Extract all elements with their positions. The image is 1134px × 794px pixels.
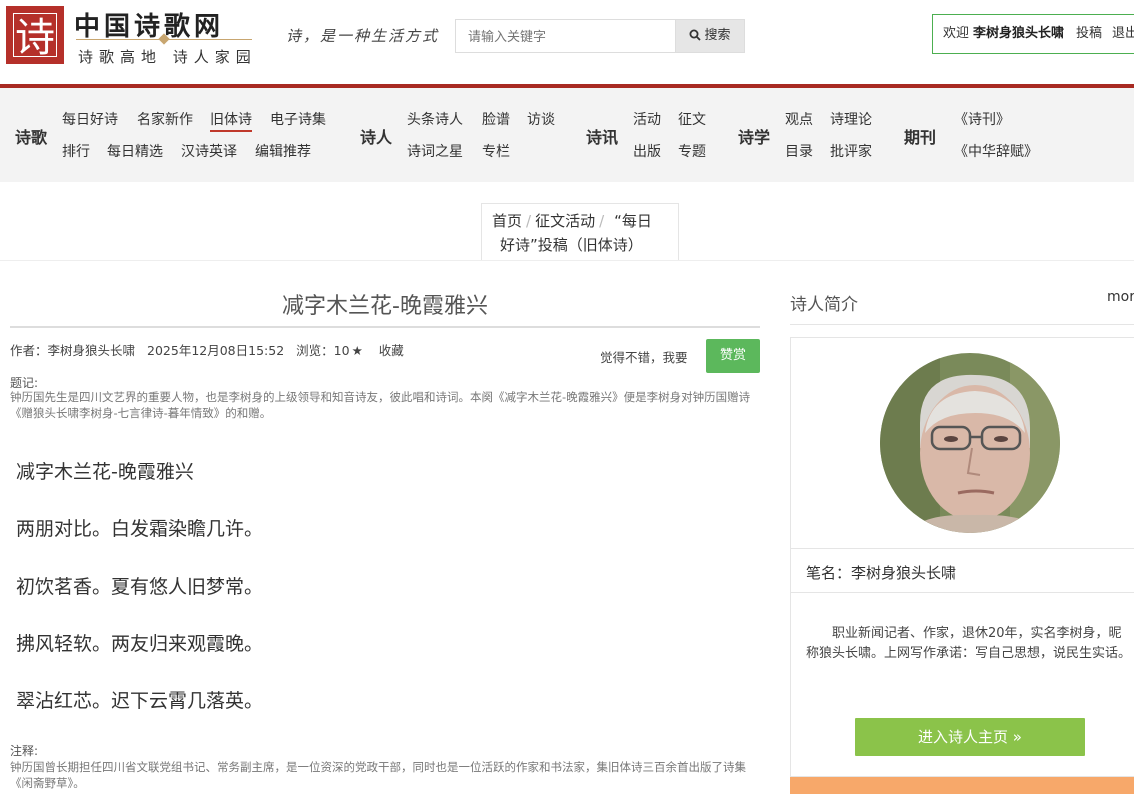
breadcrumb-current-line1[interactable]: “每日: [614, 212, 652, 230]
username[interactable]: 李树身狼头长啸: [973, 26, 1064, 41]
nav-link-catalog[interactable]: 目录: [785, 141, 813, 161]
bottom-banner[interactable]: [790, 777, 1134, 794]
preface-text: 钟历国先生是四川文艺界的重要人物，也是李树身的上级领导和知音诗友，彼此唱和诗词。…: [10, 390, 751, 420]
nav-link-theory[interactable]: 诗理论: [830, 109, 872, 129]
nav-link-critics[interactable]: 批评家: [830, 141, 872, 161]
notes-label: 注释:: [10, 744, 39, 758]
main-nav: 诗歌 每日好诗 名家新作 旧体诗 电子诗集 排行 每日精选 汉诗英译 编辑推荐 …: [0, 88, 1134, 182]
enter-poet-homepage-button[interactable]: 进入诗人主页 »: [855, 718, 1085, 756]
nav-link-classical-poetry[interactable]: 旧体诗: [210, 109, 252, 132]
article-meta: 作者：李树身狼头长啸 2025年12月08日15:52 浏览：10 ★ 收藏: [10, 340, 428, 359]
sidebar-rule: [790, 324, 1134, 325]
star-icon: ★: [351, 343, 363, 358]
welcome-text: 欢迎: [943, 26, 970, 41]
site-header: 诗 中国诗歌网 诗歌高地 诗人家园 诗，是一种生活方式 搜索 欢迎李树身狼头长啸…: [0, 0, 1134, 84]
nav-link-shikan[interactable]: 《诗刊》: [954, 109, 1010, 129]
article-views: 浏览：10: [296, 343, 350, 358]
nav-category-poetics[interactable]: 诗学: [738, 124, 770, 148]
praise-button[interactable]: 赞赏: [706, 339, 760, 373]
nav-link-contests[interactable]: 征文: [678, 109, 706, 129]
notes-text: 钟历国曾长期担任四川省文联党组书记、常务副主席，是一位资深的党政干部，同时也是一…: [10, 760, 746, 790]
breadcrumb-section[interactable]: 征文活动: [535, 212, 595, 230]
breadcrumb-home[interactable]: 首页: [492, 212, 522, 230]
poet-bio: 职业新闻记者、作家，退休20年，实名李树身，昵称狼头长啸。上网写作承诺：写自己思…: [806, 626, 1132, 661]
sidebar-title: 诗人简介: [790, 295, 858, 315]
search-button[interactable]: 搜索: [675, 19, 745, 53]
sidebar-more-link[interactable]: more: [1107, 289, 1134, 305]
nav-link-translation[interactable]: 汉诗英译: [181, 141, 237, 161]
breadcrumb-current-line2[interactable]: 好诗”投稿（旧体诗）: [500, 236, 643, 254]
card-divider: [790, 548, 1134, 549]
nav-link-masters-new[interactable]: 名家新作: [137, 109, 193, 129]
search-input[interactable]: [455, 19, 675, 53]
nav-link-faces[interactable]: 脸谱: [482, 109, 510, 129]
article-author[interactable]: 作者：李树身狼头长啸: [10, 343, 135, 358]
nav-link-events[interactable]: 活动: [633, 109, 661, 129]
poem-line: 翠沾红芯。迟下云霄几落英。: [16, 690, 264, 712]
favorite-label: 收藏: [378, 343, 404, 358]
nav-category-news[interactable]: 诗讯: [586, 124, 618, 148]
section-divider: [0, 260, 1134, 261]
title-rule: [10, 326, 760, 328]
logo-subtitle: 诗歌高地 诗人家园: [78, 48, 257, 66]
poem-line: 两朋对比。白发霜染瞻几许。: [16, 518, 264, 540]
breadcrumb-separator: /: [599, 212, 605, 230]
nav-link-e-collection[interactable]: 电子诗集: [270, 109, 326, 129]
poet-avatar[interactable]: [880, 353, 1060, 533]
poem-title-line: 减字木兰花-晚霞雅兴: [16, 461, 194, 483]
logo-icon[interactable]: 诗: [6, 6, 64, 64]
site-slogan: 诗，是一种生活方式: [286, 27, 440, 45]
nav-link-daily-poem[interactable]: 每日好诗: [62, 109, 118, 129]
nav-link-interviews[interactable]: 访谈: [527, 109, 555, 129]
article-title: 减字木兰花-晚霞雅兴: [282, 294, 488, 319]
nav-link-headline-poet[interactable]: 头条诗人: [407, 109, 463, 129]
breadcrumb-separator: /: [526, 212, 532, 230]
nav-link-columns[interactable]: 专栏: [482, 141, 510, 161]
search-icon: [689, 29, 702, 41]
poem-line: 拂风轻软。两友归来观霞晚。: [16, 633, 264, 655]
nav-link-publishing[interactable]: 出版: [633, 141, 661, 161]
search-button-label: 搜索: [704, 28, 731, 43]
poem-line: 初饮茗香。夏有悠人旧梦常。: [16, 576, 264, 598]
breadcrumb: 首页 / 征文活动 / “每日 好诗”投稿（旧体诗）: [481, 203, 679, 261]
poet-pen-name: 笔名：李树身狼头长啸: [806, 564, 957, 582]
like-prompt: 觉得不错，我要: [600, 350, 688, 365]
nav-link-ranking[interactable]: 排行: [62, 141, 90, 161]
nav-link-viewpoints[interactable]: 观点: [785, 109, 813, 129]
card-divider: [790, 592, 1134, 593]
submit-link[interactable]: 投稿: [1076, 26, 1102, 41]
nav-link-cifu[interactable]: 《中华辞赋》: [954, 141, 1038, 161]
nav-link-daily-picks[interactable]: 每日精选: [107, 141, 163, 161]
nav-link-topics[interactable]: 专题: [678, 141, 706, 161]
nav-category-poetry[interactable]: 诗歌: [15, 124, 47, 148]
avatar-portrait-icon: [880, 353, 1060, 533]
logout-link[interactable]: 退出: [1112, 26, 1134, 41]
nav-category-journals[interactable]: 期刊: [904, 124, 936, 148]
logo-title[interactable]: 中国诗歌网: [74, 6, 224, 43]
nav-link-poetry-stars[interactable]: 诗词之星: [407, 141, 463, 161]
article-date: 2025年12月08日15:52: [147, 343, 285, 358]
nav-category-poets[interactable]: 诗人: [360, 124, 392, 148]
nav-link-editor-recommend[interactable]: 编辑推荐: [255, 141, 311, 161]
user-box: 欢迎 李树身狼头长啸 投稿 退出: [932, 14, 1134, 54]
favorite-link[interactable]: ★ 收藏: [352, 343, 416, 358]
